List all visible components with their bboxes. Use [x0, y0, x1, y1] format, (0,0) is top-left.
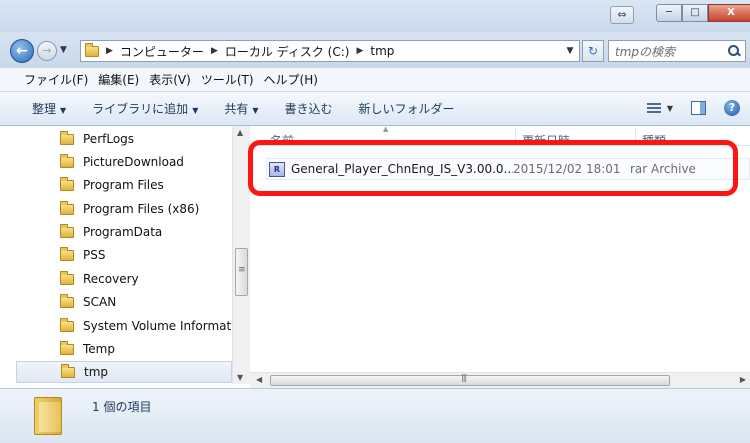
add-to-library-label: ライブラリに追加 — [92, 102, 189, 116]
breadcrumb-computer[interactable]: コンピューター — [120, 43, 204, 60]
nav-item-programdata[interactable]: ProgramData — [60, 221, 232, 243]
folder-icon — [60, 176, 74, 191]
nav-item-label: Recovery — [83, 272, 139, 286]
nav-item-perflogs[interactable]: PerfLogs — [60, 128, 232, 150]
highlight-annotation — [248, 140, 738, 196]
folder-icon — [60, 317, 74, 332]
scroll-thumb[interactable] — [235, 248, 248, 296]
nav-item-label: System Volume Information — [83, 319, 232, 333]
breadcrumb[interactable]: ▶ コンピューター ▶ ローカル ディスク (C:) ▶ tmp ▼ — [80, 40, 580, 62]
scroll-left-icon[interactable]: ◀ — [256, 375, 262, 384]
nav-item-tmp[interactable]: tmp — [16, 361, 232, 383]
burn-button[interactable]: 書き込む — [285, 100, 333, 117]
nav-item-label: ProgramData — [83, 225, 163, 239]
folder-icon — [85, 42, 99, 57]
nav-item-label: tmp — [84, 365, 109, 379]
folder-icon — [60, 200, 74, 215]
chevron-right-icon[interactable]: ▶ — [106, 46, 113, 56]
nav-item-label: PSS — [83, 248, 106, 262]
scroll-thumb[interactable] — [270, 373, 670, 386]
address-bar: ← → ▼ ▶ コンピューター ▶ ローカル ディスク (C:) ▶ tmp ▼… — [0, 32, 750, 68]
search-placeholder: tmpの検索 — [615, 44, 676, 59]
chevron-down-icon: ▼ — [60, 106, 67, 115]
close-button[interactable]: X — [708, 4, 750, 22]
nav-item-label: PictureDownload — [83, 155, 184, 169]
share-label: 共有 — [224, 102, 249, 116]
forward-button[interactable]: → — [37, 41, 57, 61]
nav-item-recovery[interactable]: Recovery — [60, 268, 232, 290]
window-controls: ─ □ X — [656, 4, 750, 24]
scroll-down-icon[interactable]: ▼ — [237, 373, 243, 382]
menu-help[interactable]: ヘルプ(H) — [264, 71, 318, 88]
nav-item-program-files-x86[interactable]: Program Files (x86) — [60, 198, 232, 220]
folder-icon — [60, 293, 74, 308]
nav-item-system-volume-information[interactable]: System Volume Information — [60, 315, 232, 337]
nav-item-temp[interactable]: Temp — [60, 338, 232, 360]
sort-arrow-icon: ▲ — [383, 126, 389, 133]
breadcrumb-tmp[interactable]: tmp — [370, 44, 394, 58]
menu-view[interactable]: 表示(V) — [149, 71, 191, 88]
chevron-right-icon[interactable]: ▶ — [211, 46, 218, 56]
folder-icon — [34, 397, 62, 435]
breadcrumb-local-disk[interactable]: ローカル ディスク (C:) — [225, 43, 350, 60]
menu-bar: ファイル(F) 編集(E) 表示(V) ツール(T) ヘルプ(H) — [0, 68, 750, 92]
menu-file[interactable]: ファイル(F) — [24, 71, 88, 88]
nav-item-scan[interactable]: SCAN — [60, 291, 232, 313]
folder-icon — [60, 340, 74, 355]
nav-item-label: Temp — [83, 342, 115, 356]
search-icon[interactable] — [728, 45, 740, 57]
scroll-up-icon[interactable]: ▲ — [237, 128, 243, 137]
nav-item-program-files[interactable]: Program Files — [60, 174, 232, 196]
horizontal-scrollbar[interactable]: ◀ ▶ — [250, 372, 750, 388]
refresh-button[interactable]: ↻ — [582, 40, 604, 62]
preview-pane-icon[interactable] — [691, 101, 706, 115]
scroll-right-icon[interactable]: ▶ — [740, 375, 746, 384]
view-options-icon[interactable] — [646, 101, 663, 115]
nav-item-pss[interactable]: PSS — [60, 244, 232, 266]
navigation-pane: PerfLogs PictureDownload Program Files P… — [0, 126, 250, 384]
nav-item-label: Program Files — [83, 178, 164, 192]
folder-icon — [60, 270, 74, 285]
organize-button[interactable]: 整理 ▼ — [32, 100, 66, 117]
title-bar: ⇔ ─ □ X — [0, 0, 750, 32]
back-button[interactable]: ← — [10, 39, 34, 63]
nav-item-label: PerfLogs — [83, 132, 135, 146]
search-input[interactable]: tmpの検索 — [608, 40, 746, 62]
menu-tools[interactable]: ツール(T) — [201, 71, 254, 88]
chevron-down-icon[interactable]: ▼ — [561, 46, 579, 56]
add-to-library-button[interactable]: ライブラリに追加 ▼ — [92, 100, 198, 117]
history-dropdown-icon[interactable]: ▼ — [60, 43, 70, 57]
nav-item-label: SCAN — [83, 295, 117, 309]
folder-icon — [60, 223, 74, 238]
command-toolbar: 整理 ▼ ライブラリに追加 ▼ 共有 ▼ 書き込む 新しいフォルダー ▼ ? — [0, 92, 750, 126]
help-icon[interactable]: ? — [724, 100, 740, 116]
details-pane: 1 個の項目 — [0, 388, 750, 443]
chevron-down-icon[interactable]: ▼ — [667, 104, 673, 113]
folder-icon — [60, 153, 74, 168]
chevron-down-icon: ▼ — [252, 106, 259, 115]
organize-label: 整理 — [32, 102, 57, 116]
chevron-right-icon[interactable]: ▶ — [356, 46, 363, 56]
chevron-down-icon: ▼ — [192, 106, 199, 115]
folder-icon — [61, 363, 75, 378]
share-button[interactable]: 共有 ▼ — [224, 100, 258, 117]
folder-icon — [60, 130, 74, 145]
maximize-button[interactable]: □ — [682, 4, 708, 22]
toolbar-right-group: ▼ ? — [646, 100, 740, 116]
menu-edit[interactable]: 編集(E) — [98, 71, 139, 88]
nav-item-label: Program Files (x86) — [83, 202, 200, 216]
minimize-button[interactable]: ─ — [656, 4, 682, 22]
new-folder-button[interactable]: 新しいフォルダー — [359, 100, 455, 117]
item-count: 1 個の項目 — [92, 400, 152, 414]
aero-expand-button[interactable]: ⇔ — [610, 6, 634, 24]
folder-icon — [60, 246, 74, 261]
nav-item-picturedownload[interactable]: PictureDownload — [60, 151, 232, 173]
